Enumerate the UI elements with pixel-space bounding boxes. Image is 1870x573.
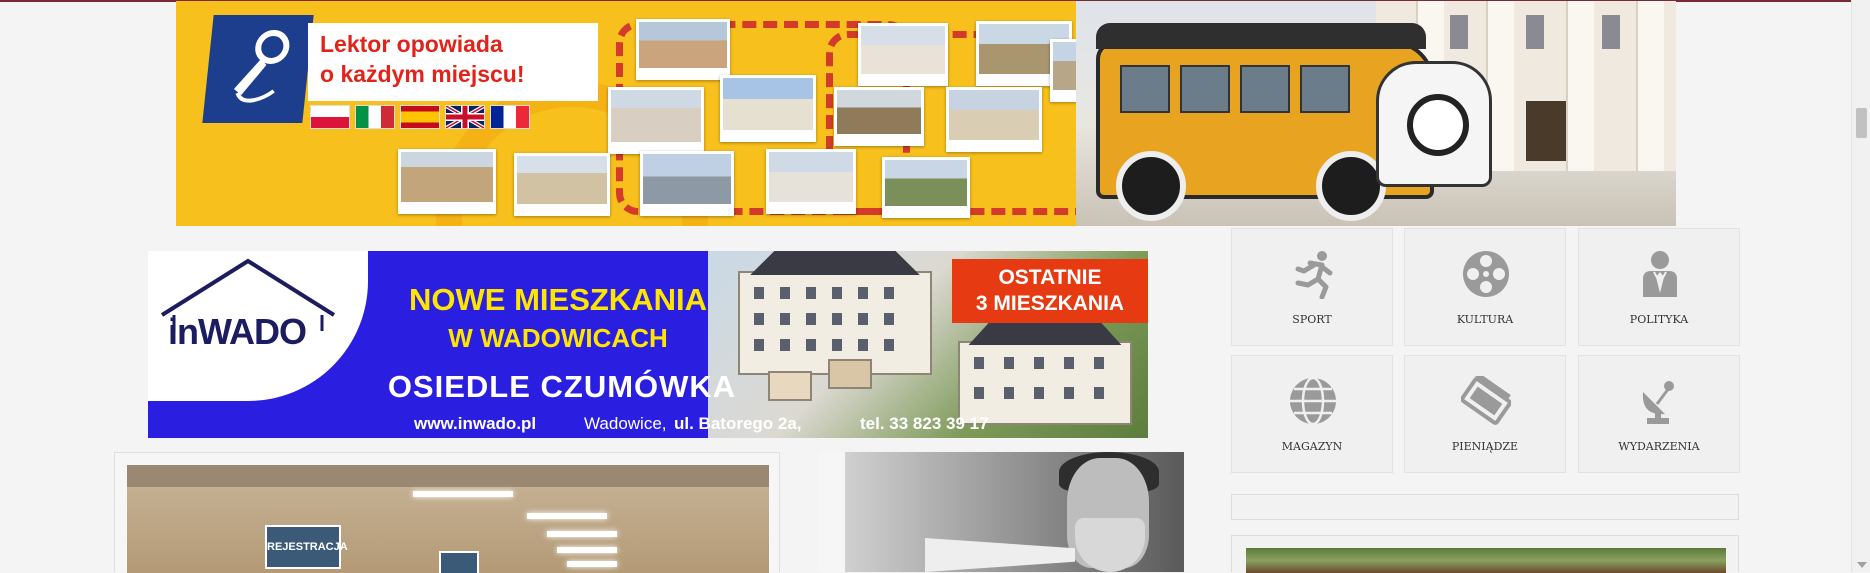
sidebar-article-card[interactable] <box>1231 535 1739 573</box>
banknotes-icon <box>1461 376 1511 425</box>
city-text: Wadowice, <box>584 414 667 433</box>
language-flags <box>310 105 530 129</box>
runner-icon <box>1295 251 1333 299</box>
street-address: ul. Batorego 2a, <box>674 414 802 433</box>
train-ad-headline: Lektor opowiada o każdym miejscu! <box>308 23 598 101</box>
politician-icon <box>1643 251 1677 297</box>
sign <box>439 551 479 573</box>
category-label: POLITYKA <box>1629 313 1689 326</box>
landmark-photo <box>720 75 816 142</box>
landmark-photo <box>398 149 496 214</box>
tourist-train-ad-banner[interactable]: Lektor opowiada o każdym miejscu! <box>176 1 1676 226</box>
house <box>828 359 872 389</box>
france-flag-icon <box>490 105 530 129</box>
sidebar-empty-widget <box>1231 494 1739 520</box>
inwado-logo: inWADO <box>148 251 368 401</box>
spain-flag-icon <box>400 105 440 129</box>
microphone-badge <box>202 15 314 123</box>
inwado-headline: NOWE MIESZKANIA W WADOWICACH <box>368 281 748 357</box>
landmark-photo <box>640 151 734 216</box>
train-photo <box>1076 1 1676 226</box>
category-tile-polityka[interactable]: POLITYKA <box>1578 228 1740 346</box>
page-scrollbar[interactable] <box>1851 0 1870 572</box>
phone-number: tel. 33 823 39 17 <box>860 414 989 433</box>
inwado-headline-line1: NOWE MIESZKANIA <box>409 282 707 317</box>
website-link[interactable]: www.inwado.pl <box>414 414 536 434</box>
category-tile-sport[interactable]: SPORT <box>1231 228 1393 346</box>
scroll-down-arrow-icon[interactable] <box>1857 562 1867 568</box>
landmark-photo <box>882 157 970 218</box>
category-tile-kultura[interactable]: KULTURA <box>1404 228 1566 346</box>
landmark-photo <box>514 153 610 216</box>
film-reel-icon <box>1463 251 1509 297</box>
category-tile-wydarzenia[interactable]: WYDARZENIA <box>1578 355 1740 473</box>
train-ad-headline-line2: o każdym miejscu! <box>320 61 525 87</box>
category-label: WYDARZENIA <box>1618 440 1700 453</box>
scrollbar-thumb[interactable] <box>1856 108 1867 138</box>
poland-flag-icon <box>310 105 350 129</box>
category-label: SPORT <box>1292 313 1332 326</box>
contact-strip: www.inwado.pl Wadowice, ul. Batorego 2a,… <box>148 411 1148 438</box>
satellite-dish-icon <box>1642 381 1674 424</box>
category-label: PIENIĄDZE <box>1451 440 1519 453</box>
last-apartments-badge: OSTATNIE 3 MIESZKANIA <box>952 259 1148 323</box>
train-wheel <box>1116 151 1186 221</box>
estate-name: OSIEDLE CZUMÓWKA <box>387 369 737 404</box>
category-tile-magazyn[interactable]: MAGAZYN <box>1231 355 1393 473</box>
article-image-clinic: REJESTRACJA <box>127 465 769 573</box>
article-card-left[interactable]: REJESTRACJA <box>114 452 780 573</box>
article-card-middle[interactable] <box>818 452 1184 572</box>
sidebar-article-image <box>1246 548 1726 573</box>
microphone-icon <box>233 30 290 103</box>
uk-flag-icon <box>445 105 485 129</box>
badge-line1: OSTATNIE <box>998 266 1102 289</box>
category-tile-pieniadze[interactable]: PIENIĄDZE <box>1404 355 1566 473</box>
article-image-speaker <box>845 452 1184 572</box>
inwado-logo-text: inWADO <box>168 311 307 352</box>
landmark-photo <box>858 23 948 86</box>
landmark-photo <box>946 87 1042 152</box>
globe-icon <box>1290 376 1336 426</box>
inwado-apartments-ad-banner[interactable]: inWADO NOWE MIESZKANIA W WADOWICACH OSIE… <box>148 251 1148 438</box>
registration-sign: REJESTRACJA <box>265 525 348 569</box>
inwado-headline-line2: W WADOWICACH <box>448 323 668 353</box>
landmark-photo <box>766 149 856 214</box>
category-label: KULTURA <box>1456 313 1514 326</box>
landmark-photo <box>834 87 924 146</box>
megaphone <box>925 538 1075 572</box>
badge-line2: 3 MIESZKANIA <box>975 292 1125 315</box>
italy-flag-icon <box>355 105 395 129</box>
category-label: MAGAZYN <box>1281 440 1343 453</box>
train-engine <box>1376 61 1492 187</box>
house <box>768 371 812 401</box>
train-ad-headline-line1: Lektor opowiada <box>320 31 503 57</box>
landmark-photo <box>608 87 704 154</box>
landmark-photo <box>636 19 730 80</box>
